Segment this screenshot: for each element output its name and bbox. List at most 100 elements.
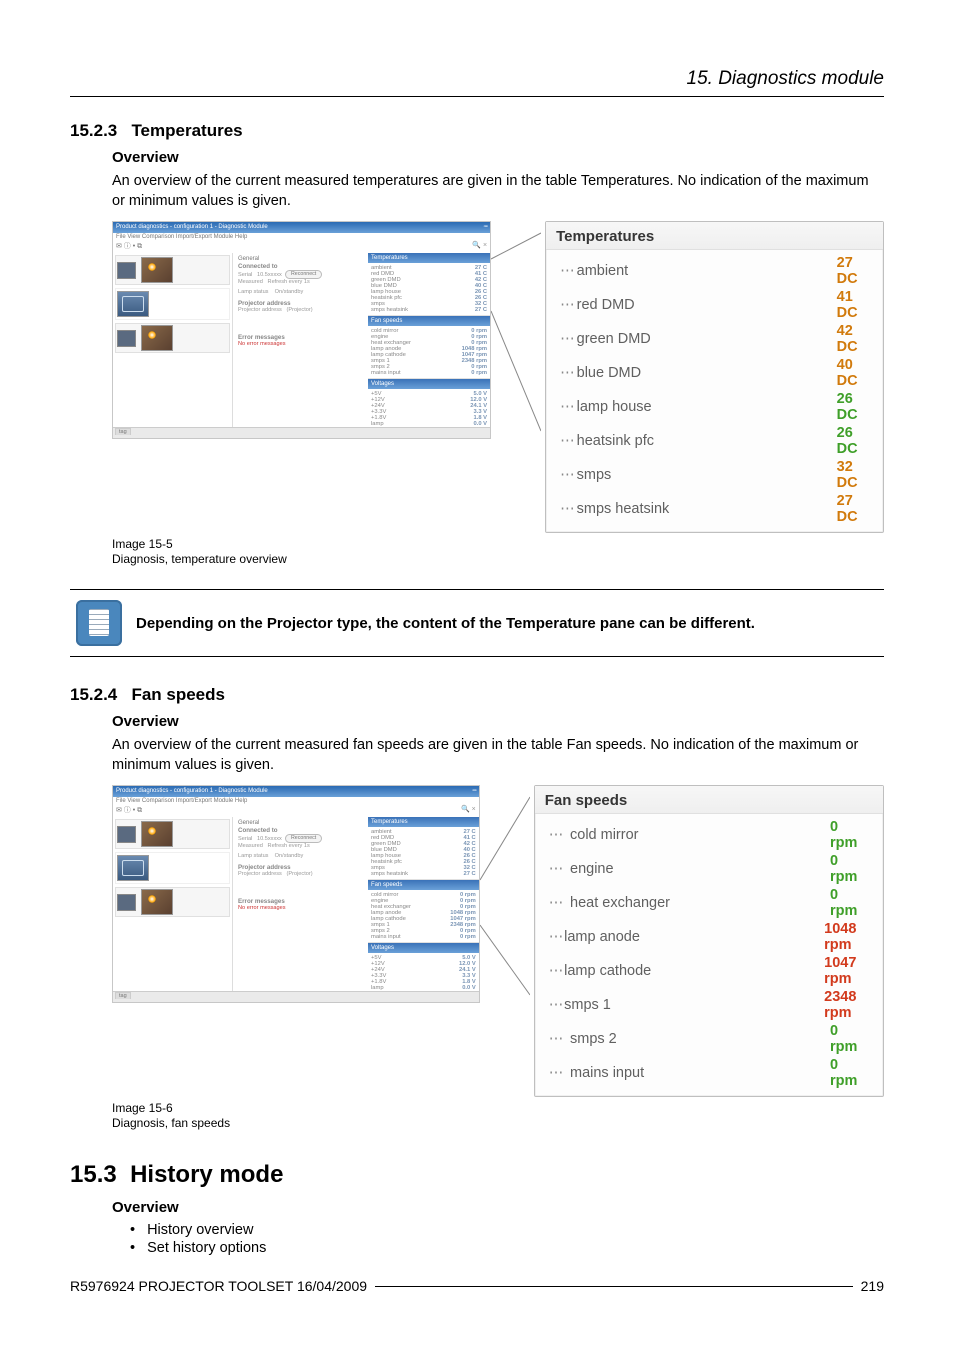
thumb-icon xyxy=(117,826,136,843)
status-tag: tag xyxy=(115,428,131,435)
row-value: 27 DC xyxy=(837,255,865,287)
reconnect-button[interactable]: Reconnect xyxy=(285,270,322,279)
error-message: No error messages xyxy=(238,341,363,348)
tree-dash-icon: ⋯ xyxy=(560,433,577,449)
footer-rule xyxy=(375,1286,853,1287)
preview-thumb xyxy=(141,889,173,915)
search-right: 🔍 × xyxy=(461,805,476,813)
figure-15-6: Product diagnostics - configuration 1 - … xyxy=(112,785,884,1097)
row-label: red DMD xyxy=(577,297,837,313)
overview-paragraph: An overview of the current measured fan … xyxy=(112,736,884,775)
tree-dash-icon: ⋯ xyxy=(549,929,564,945)
panel-row: ⋯smps 12348 rpm xyxy=(535,988,883,1022)
row-value: 0 rpm xyxy=(830,1057,865,1089)
row-value: 0 rpm xyxy=(830,819,865,851)
window-buttons-icon: ▫▫▫ xyxy=(484,222,487,233)
toolbar: ✉ ⓘ • ⧉🔍 × xyxy=(113,805,479,817)
panel-row: ⋯smps heatsink27 DC xyxy=(546,492,883,526)
right-panel: Temperaturesambient27 Cred DMD41 Cgreen … xyxy=(368,817,479,999)
footer-page-number: 219 xyxy=(861,1278,884,1294)
window-title: Product diagnostics - configuration 1 - … xyxy=(116,224,268,230)
panel-row: ⋯ambient27 DC xyxy=(546,254,883,288)
figure-15-5: Product diagnostics - configuration 1 - … xyxy=(112,221,884,533)
mini-row: mains input0 rpm xyxy=(371,370,487,376)
panel-row: ⋯heat exchanger0 rpm xyxy=(535,886,883,920)
tree-dash-icon: ⋯ xyxy=(549,861,570,877)
panel-row: ⋯heatsink pfc26 DC xyxy=(546,424,883,458)
row-label: smps xyxy=(577,467,837,483)
preview-thumb xyxy=(141,325,173,351)
page-header: 15. Diagnostics module xyxy=(70,68,884,97)
preview-thumb xyxy=(141,821,173,847)
tree-dash-icon: ⋯ xyxy=(549,997,564,1013)
diagnostics-screenshot: Product diagnostics - configuration 1 - … xyxy=(112,221,491,439)
panel-row: ⋯lamp house26 DC xyxy=(546,390,883,424)
row-label: mains input xyxy=(570,1065,830,1081)
row-label: smps 1 xyxy=(564,997,824,1013)
row-value: 27 DC xyxy=(837,493,865,525)
section-title: History mode xyxy=(130,1161,283,1188)
row-value: 26 DC xyxy=(837,425,865,457)
right-panel: Temperaturesambient27 Cred DMD41 Cgreen … xyxy=(368,253,490,435)
figure-caption: Image 15-6 Diagnosis, fan speeds xyxy=(112,1101,884,1131)
tree-dash-icon: ⋯ xyxy=(560,365,577,381)
thumb-icon xyxy=(117,262,136,279)
overview-heading: Overview xyxy=(112,1199,884,1216)
search-right: 🔍 × xyxy=(472,241,487,249)
tree-dash-icon: ⋯ xyxy=(549,895,570,911)
panel-section-header: Temperatures xyxy=(368,253,490,263)
callout-connector xyxy=(491,221,541,533)
tree-dash-icon: ⋯ xyxy=(560,399,577,415)
row-value: 40 DC xyxy=(837,357,865,389)
menubar: File View Comparison Import/Export Modul… xyxy=(113,233,490,241)
diagnostics-screenshot: Product diagnostics - configuration 1 - … xyxy=(112,785,480,1003)
error-message: No error messages xyxy=(238,905,363,912)
row-value: 42 DC xyxy=(837,323,865,355)
toolbar: ✉ ⓘ • ⧉🔍 × xyxy=(113,241,490,253)
row-label: heatsink pfc xyxy=(577,433,837,449)
thumb-icon xyxy=(117,330,136,347)
preview-thumb xyxy=(117,291,149,317)
panel-section-header: Voltages xyxy=(368,379,490,389)
reconnect-button[interactable]: Reconnect xyxy=(285,834,322,843)
fan-speeds-panel: Fan speeds ⋯cold mirror0 rpm⋯engine0 rpm… xyxy=(534,785,884,1097)
row-value: 0 rpm xyxy=(830,1023,865,1055)
section-heading-1523: 15.2.3 Temperatures xyxy=(70,121,884,141)
preview-thumb xyxy=(117,855,149,881)
row-label: green DMD xyxy=(577,331,837,347)
tree-dash-icon: ⋯ xyxy=(560,331,577,347)
panel-row: ⋯cold mirror0 rpm xyxy=(535,818,883,852)
panel-title: Fan speeds xyxy=(535,786,883,814)
panel-section-header: Fan speeds xyxy=(368,316,490,326)
section-number: 15.2.3 xyxy=(70,121,117,140)
section-title: Temperatures xyxy=(131,121,242,140)
row-label: ambient xyxy=(577,263,837,279)
list-item: Set history options xyxy=(130,1240,884,1256)
mini-row: smps heatsink27 C xyxy=(371,871,476,877)
section-heading-153: 15.3 History mode xyxy=(70,1161,884,1189)
footer-left: R5976924 PROJECTOR TOOLSET 16/04/2009 xyxy=(70,1278,367,1294)
row-label: lamp cathode xyxy=(564,963,824,979)
row-label: engine xyxy=(570,861,830,877)
figure-description: Diagnosis, temperature overview xyxy=(112,552,287,566)
page-footer: R5976924 PROJECTOR TOOLSET 16/04/2009 21… xyxy=(70,1278,884,1294)
window-buttons-icon: ▫▫▫ xyxy=(472,786,475,797)
section-number: 15.2.4 xyxy=(70,685,117,704)
panel-row: ⋯engine0 rpm xyxy=(535,852,883,886)
window-title: Product diagnostics - configuration 1 - … xyxy=(116,788,268,794)
left-panel xyxy=(113,817,233,999)
overview-bullet-list: History overview Set history options xyxy=(112,1222,884,1256)
tree-dash-icon: ⋯ xyxy=(560,467,577,483)
row-label: lamp house xyxy=(577,399,837,415)
panel-row: ⋯smps32 DC xyxy=(546,458,883,492)
panel-section-header: Voltages xyxy=(368,943,479,953)
temperatures-panel: Temperatures ⋯ambient27 DC⋯red DMD41 DC⋯… xyxy=(545,221,884,533)
window-titlebar: Product diagnostics - configuration 1 - … xyxy=(113,222,490,233)
row-value: 1048 rpm xyxy=(824,921,865,953)
overview-paragraph: An overview of the current measured temp… xyxy=(112,172,884,211)
list-item: History overview xyxy=(130,1222,884,1238)
row-label: lamp anode xyxy=(564,929,824,945)
panel-row: ⋯smps 20 rpm xyxy=(535,1022,883,1056)
panel-row: ⋯mains input0 rpm xyxy=(535,1056,883,1090)
panel-section-header: Fan speeds xyxy=(368,880,479,890)
